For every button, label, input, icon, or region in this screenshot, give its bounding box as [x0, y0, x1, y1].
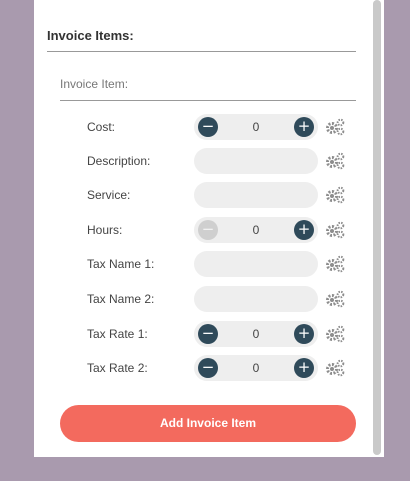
tax-rate-2-increment-button[interactable]: +: [294, 358, 314, 378]
description-input[interactable]: [194, 148, 318, 174]
tax-rate-2-label: Tax Rate 2:: [87, 361, 148, 375]
gears-icon[interactable]: [325, 186, 345, 204]
gears-icon[interactable]: [325, 359, 345, 377]
hours-increment-button[interactable]: +: [294, 220, 314, 240]
description-label: Description:: [87, 154, 151, 168]
cost-label: Cost:: [87, 120, 116, 134]
subsection-title: Invoice Item:: [60, 77, 129, 91]
tax-rate-2-decrement-button[interactable]: −: [198, 358, 218, 378]
tax-name-2-input[interactable]: [194, 286, 318, 312]
cost-stepper: − 0 +: [194, 114, 318, 140]
tax-rate-2-value[interactable]: 0: [222, 355, 290, 381]
section-divider: [47, 51, 356, 52]
row-tax-name-1: Tax Name 1:: [0, 251, 410, 277]
row-cost: Cost: − 0 +: [0, 114, 410, 140]
tax-rate-1-stepper: − 0 +: [194, 321, 318, 347]
hours-decrement-button[interactable]: −: [198, 220, 218, 240]
gears-icon[interactable]: [325, 152, 345, 170]
tax-name-2-label: Tax Name 2:: [87, 292, 155, 306]
cost-value[interactable]: 0: [222, 114, 290, 140]
service-label: Service:: [87, 188, 131, 202]
row-tax-rate-1: Tax Rate 1: − 0 +: [0, 321, 410, 347]
hours-value[interactable]: 0: [222, 217, 290, 243]
row-hours: Hours: − 0 +: [0, 217, 410, 243]
tax-name-1-input[interactable]: [194, 251, 318, 277]
tax-rate-1-increment-button[interactable]: +: [294, 324, 314, 344]
cost-decrement-button[interactable]: −: [198, 117, 218, 137]
gears-icon[interactable]: [325, 255, 345, 273]
tax-name-1-label: Tax Name 1:: [87, 257, 155, 271]
row-service: Service:: [0, 182, 410, 208]
hours-label: Hours:: [87, 223, 123, 237]
row-tax-name-2: Tax Name 2:: [0, 286, 410, 312]
tax-rate-1-decrement-button[interactable]: −: [198, 324, 218, 344]
gears-icon[interactable]: [325, 221, 345, 239]
tax-rate-1-label: Tax Rate 1:: [87, 327, 148, 341]
row-description: Description:: [0, 148, 410, 174]
subsection-divider: [60, 100, 356, 101]
add-invoice-item-button[interactable]: Add Invoice Item: [60, 405, 356, 442]
tax-rate-1-value[interactable]: 0: [222, 321, 290, 347]
gears-icon[interactable]: [325, 290, 345, 308]
gears-icon[interactable]: [325, 325, 345, 343]
section-title: Invoice Items:: [47, 28, 134, 43]
tax-rate-2-stepper: − 0 +: [194, 355, 318, 381]
service-input[interactable]: [194, 182, 318, 208]
gears-icon[interactable]: [325, 118, 345, 136]
hours-stepper: − 0 +: [194, 217, 318, 243]
cost-increment-button[interactable]: +: [294, 117, 314, 137]
row-tax-rate-2: Tax Rate 2: − 0 +: [0, 355, 410, 381]
